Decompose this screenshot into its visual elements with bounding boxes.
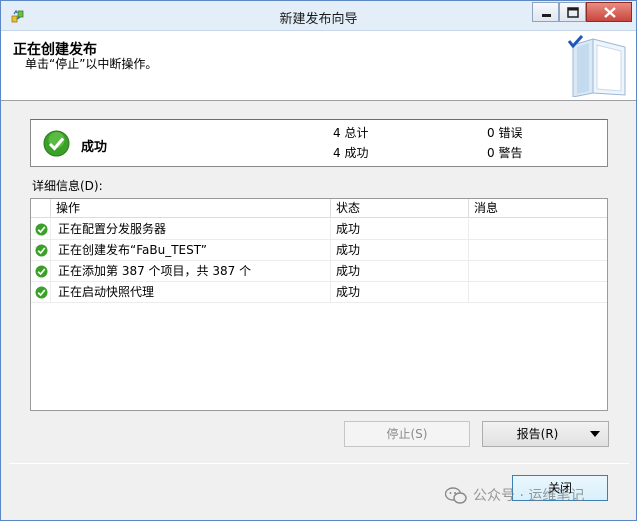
row-message[interactable] (469, 219, 607, 240)
page-subtitle: 单击“停止”以中断操作。 (25, 57, 158, 71)
wizard-window: 新建发布向导 正在创建发布 单击“停止”以中断操作。 成功 4 总计 4 成功 (0, 0, 637, 521)
warning-stat: 0 警告 (487, 144, 522, 161)
details-table[interactable]: 操作 状态 消息 正在配置分发服务器 成功 正在创建发布“FaBu_TEST” … (30, 198, 608, 411)
check-circle-icon (35, 223, 48, 236)
table-row[interactable]: 正在创建发布“FaBu_TEST” 成功 (31, 240, 607, 261)
close-icon (604, 7, 616, 18)
table-row[interactable]: 正在启动快照代理 成功 (31, 282, 607, 303)
details-label: 详细信息(D): (32, 179, 103, 193)
column-header-icon[interactable] (31, 199, 51, 218)
column-header-status[interactable]: 状态 (331, 199, 469, 218)
maximize-icon (567, 7, 579, 18)
warning-count: 0 (487, 146, 495, 160)
row-message[interactable] (469, 240, 607, 261)
check-circle-icon (35, 244, 48, 257)
column-header-action[interactable]: 操作 (51, 199, 331, 218)
report-button-label: 报告(R) (516, 427, 559, 441)
column-header-message[interactable]: 消息 (469, 199, 607, 218)
row-status: 成功 (331, 240, 469, 261)
success-stat: 4 成功 (333, 144, 368, 161)
row-action: 正在启动快照代理 (51, 282, 331, 303)
total-count: 4 (333, 126, 341, 140)
row-message[interactable] (469, 261, 607, 282)
summary-status: 成功 (81, 140, 108, 155)
row-action: 正在配置分发服务器 (51, 219, 331, 240)
table-header: 操作 状态 消息 (31, 199, 607, 218)
wechat-icon (445, 487, 467, 504)
minimize-icon (542, 14, 551, 17)
watermark-text: 公众号 · 运维笔记 (473, 488, 585, 504)
report-button[interactable]: 报告(R) (482, 421, 609, 447)
row-message[interactable] (469, 282, 607, 303)
error-stat: 0 错误 (487, 124, 522, 141)
row-action: 正在创建发布“FaBu_TEST” (51, 240, 331, 261)
row-status: 成功 (331, 261, 469, 282)
total-stat: 4 总计 (333, 124, 368, 141)
book-check-icon (567, 35, 626, 97)
minimize-button[interactable] (532, 2, 559, 22)
watermark: 公众号 · 运维笔记 (445, 485, 584, 505)
total-label: 总计 (344, 126, 369, 140)
footer-divider (9, 463, 629, 464)
row-status: 成功 (331, 282, 469, 303)
success-label: 成功 (344, 146, 369, 160)
stop-button[interactable]: 停止(S) (344, 421, 470, 447)
error-label: 错误 (498, 126, 523, 140)
success-count: 4 (333, 146, 341, 160)
table-row[interactable]: 正在添加第 387 个项目，共 387 个 成功 (31, 261, 607, 282)
title-bar[interactable]: 新建发布向导 (1, 1, 636, 31)
wizard-header: 正在创建发布 单击“停止”以中断操作。 (1, 31, 636, 101)
warning-label: 警告 (498, 146, 523, 160)
error-count: 0 (487, 126, 495, 140)
check-circle-icon (35, 265, 48, 278)
summary-panel: 成功 4 总计 4 成功 0 错误 0 警告 (30, 119, 608, 167)
window-close-button[interactable] (586, 2, 632, 22)
maximize-button[interactable] (559, 2, 586, 22)
check-circle-icon (35, 286, 48, 299)
row-action: 正在添加第 387 个项目，共 387 个 (51, 261, 331, 282)
success-check-icon (43, 130, 70, 157)
table-row[interactable]: 正在配置分发服务器 成功 (31, 219, 607, 240)
row-status: 成功 (331, 219, 469, 240)
dropdown-arrow-icon (590, 431, 600, 437)
